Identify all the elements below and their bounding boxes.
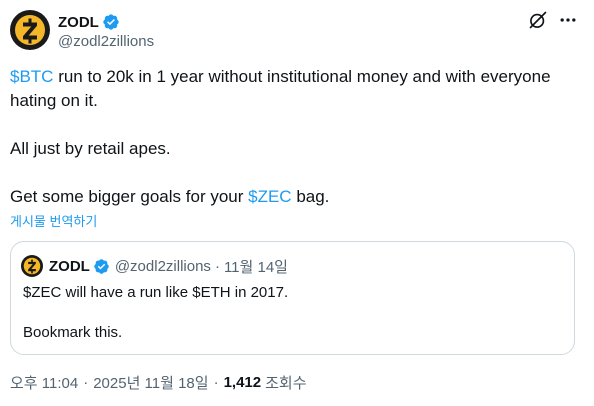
author-display-name[interactable]: ZODL — [58, 14, 99, 31]
translate-post-link[interactable]: 게시물 번역하기 — [10, 211, 97, 230]
quoted-tweet-header: ZODL @zodl2zillions · 11월 14일 — [21, 255, 288, 277]
author-handle[interactable]: @zodl2zillions — [58, 33, 154, 50]
separator-dot: · — [213, 374, 219, 391]
post-time[interactable]: 오후 11:04 — [10, 372, 78, 393]
quoted-line-1: $ZEC will have a run like $ETH in 2017. — [23, 284, 289, 301]
cashtag-btc-link[interactable]: $BTC — [10, 67, 53, 86]
tweet-line-3: Get some bigger goals for your $ZEC bag. — [10, 185, 584, 209]
tweet-line-2: All just by retail apes. — [10, 139, 171, 158]
quoted-tweet-text: $ZEC will have a run like $ETH in 2017. … — [23, 283, 288, 343]
tweet-line-3-before: Get some bigger goals for your — [10, 187, 249, 206]
zcash-logo-icon[interactable] — [10, 10, 50, 50]
tweet-header: ZODL @zodl2zillions — [10, 10, 584, 54]
quoted-author-display-name[interactable]: ZODL — [49, 258, 90, 275]
separator-dot: · — [214, 257, 220, 275]
views-count: 1,412 — [223, 374, 262, 391]
verified-badge-icon[interactable] — [102, 13, 120, 31]
tweet-line-3-after: bag. — [291, 187, 330, 206]
post-date[interactable]: 2025년 11월 18일 — [93, 372, 208, 393]
quoted-line-2: Bookmark this. — [23, 324, 123, 341]
quoted-author-handle[interactable]: @zodl2zillions — [115, 258, 211, 275]
grok-icon[interactable] — [528, 10, 548, 30]
tweet-line-1: $BTC run to 20k in 1 year without instit… — [10, 65, 584, 113]
author-name-row: ZODL — [58, 12, 120, 32]
quoted-tweet-card[interactable]: ZODL @zodl2zillions · 11월 14일 $ZEC will … — [10, 241, 575, 355]
cashtag-zec-link[interactable]: $ZEC — [248, 187, 291, 206]
more-options-icon[interactable] — [558, 10, 578, 30]
separator-dot: · — [83, 374, 89, 391]
views-label: 조회수 — [265, 375, 307, 392]
tweet-line-1-text: run to 20k in 1 year without institution… — [10, 67, 551, 110]
zcash-logo-icon[interactable] — [21, 255, 43, 277]
tweet-meta: 오후 11:04 · 2025년 11월 18일 · 1,412 조회수 — [10, 372, 307, 393]
quoted-tweet-date[interactable]: 11월 14일 — [224, 256, 288, 277]
verified-badge-icon — [94, 258, 109, 274]
tweet-text: $BTC run to 20k in 1 year without instit… — [10, 65, 584, 209]
